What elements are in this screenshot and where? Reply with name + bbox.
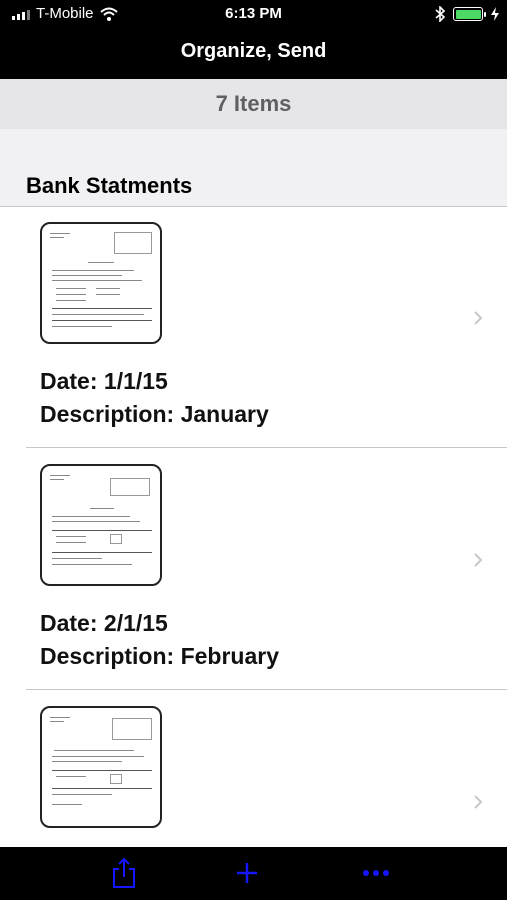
more-button[interactable]: [360, 857, 392, 889]
section-title: Bank Statments: [26, 173, 193, 198]
share-button[interactable]: [108, 857, 140, 889]
items-count-bar: 7 Items: [0, 79, 507, 129]
battery-icon: [453, 7, 486, 21]
item-date: Date: 2/1/15: [40, 610, 168, 636]
divider: [26, 688, 507, 690]
bluetooth-icon: [435, 6, 445, 22]
divider: [26, 446, 507, 448]
add-button[interactable]: [231, 857, 263, 889]
navigation-bar: Organize, Send: [0, 28, 507, 79]
item-description: Description: January: [40, 401, 269, 427]
plus-icon: [237, 863, 257, 883]
list-item[interactable]: Date: 2/1/15 Description: February: [0, 449, 507, 690]
page-title: Organize, Send: [180, 40, 327, 62]
chevron-right-icon: [474, 553, 483, 567]
status-bar: T-Mobile 6:13 PM: [0, 0, 507, 28]
status-time: 6:13 PM: [225, 5, 282, 22]
item-date: Date: 1/1/15: [40, 368, 168, 394]
document-thumbnail: [40, 706, 162, 828]
more-icon: [363, 870, 389, 876]
document-thumbnail: [40, 464, 162, 586]
items-count: 7 Items: [215, 91, 292, 116]
chevron-right-icon: [474, 311, 483, 325]
chevron-right-icon: [474, 795, 483, 809]
charging-icon: [491, 7, 499, 21]
bottom-toolbar: [0, 847, 507, 900]
status-right: [435, 6, 499, 22]
share-icon: [113, 857, 135, 888]
document-thumbnail: [40, 222, 162, 344]
item-description: Description: February: [40, 643, 279, 669]
list-item[interactable]: Date: 1/1/15 Description: January: [0, 207, 507, 448]
